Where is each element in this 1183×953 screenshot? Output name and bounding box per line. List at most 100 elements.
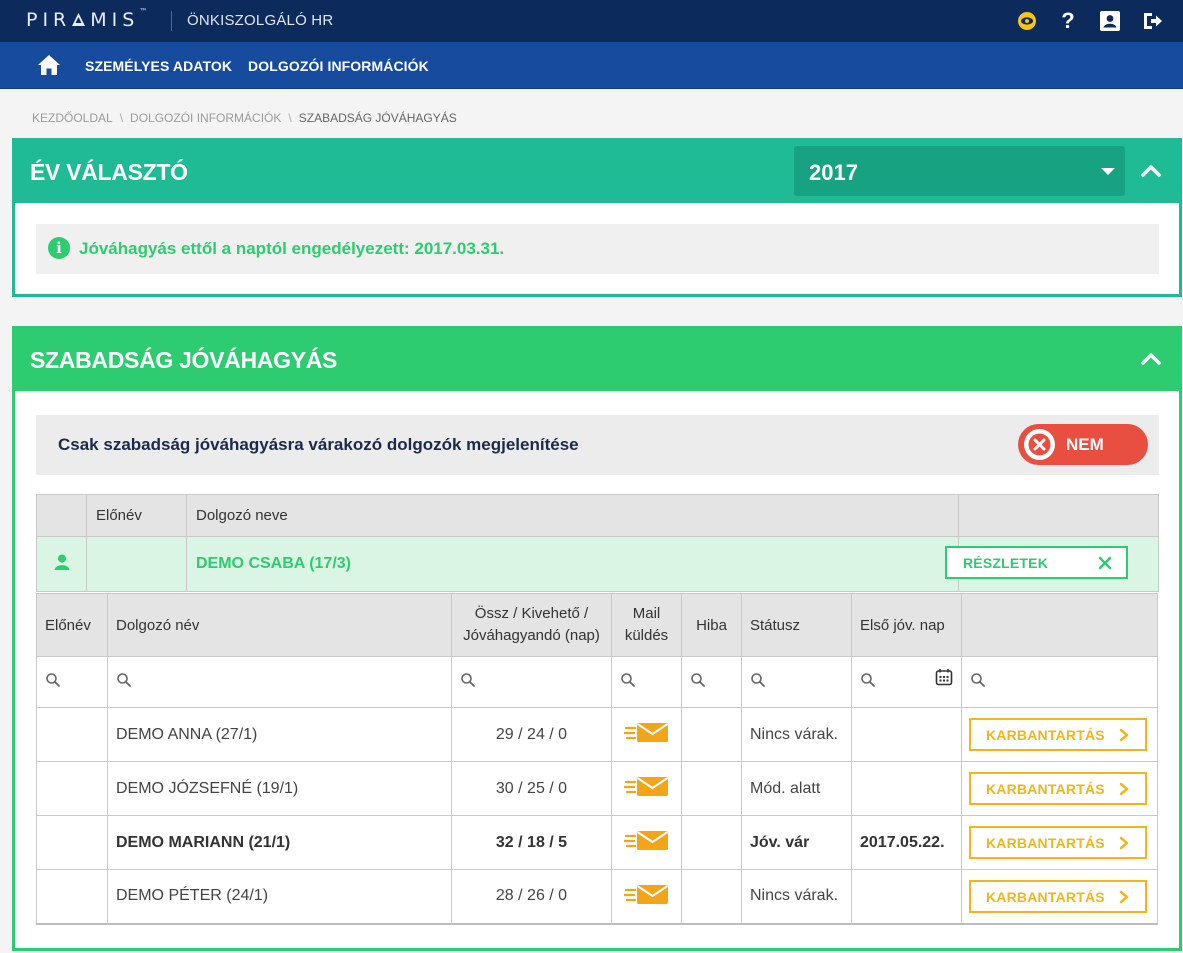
year-selector-panel: ÉV VÁLASZTÓ 2017 i Jóváhagyás ettől a na… <box>12 138 1182 297</box>
group-prefix-cell <box>86 536 187 592</box>
column-header-totals-line2: Jóváhagyandó (nap) <box>463 627 600 644</box>
table-row: DEMO PÉTER (24/1) 28 / 26 / 0 Nincs vára… <box>36 869 1158 925</box>
search-icon <box>691 672 705 687</box>
table-header-row: Előnév Dolgozó név Össz / Kivehető / Jóvá… <box>36 593 1158 657</box>
column-header-prefix: Előnév <box>36 593 108 657</box>
search-cell-first-day[interactable] <box>851 656 962 708</box>
year-dropdown[interactable]: 2017 <box>794 146 1125 196</box>
column-header-first-day: Első jóv. nap <box>851 593 962 657</box>
column-header-actions <box>958 494 1159 537</box>
status-cell: Nincs várak. <box>741 707 852 762</box>
logo-separator <box>171 11 172 31</box>
table-row: DEMO MARIANN (21/1) 32 / 18 / 5 Jóv. vár… <box>36 815 1158 870</box>
maintenance-button[interactable]: KARBANTARTÁS <box>969 772 1147 805</box>
search-cell-name[interactable] <box>107 656 452 708</box>
calendar-icon[interactable] <box>935 668 953 686</box>
status-cell: Nincs várak. <box>741 869 852 925</box>
error-cell <box>681 761 742 816</box>
info-message-text: Jóváhagyás ettől a naptól engedélyezett:… <box>79 239 505 258</box>
employee-name: DEMO JÓZSEFNÉ (19/1) <box>107 761 452 816</box>
search-cell-actions[interactable] <box>961 656 1158 708</box>
employee-name: DEMO PÉTER (24/1) <box>107 869 452 925</box>
pyramid-logo-icon <box>72 13 86 26</box>
close-icon <box>1098 556 1112 570</box>
pending-filter-toggle[interactable]: NEM <box>1018 424 1148 465</box>
chevron-right-icon <box>1119 836 1129 850</box>
help-icon[interactable]: ? <box>1055 8 1081 34</box>
mail-send-cell[interactable] <box>611 869 682 925</box>
search-cell-mail[interactable] <box>611 656 682 708</box>
error-cell <box>681 815 742 870</box>
chevron-right-icon <box>1119 728 1129 742</box>
prefix-cell <box>36 707 108 762</box>
prefix-cell <box>36 869 108 925</box>
maintenance-button-label: KARBANTARTÁS <box>986 835 1105 851</box>
nav-item-employee-info[interactable]: DOLGOZÓI INFORMÁCIÓK <box>248 58 429 74</box>
column-header-icon <box>36 494 87 537</box>
group-employee-name: DEMO CSABA (17/3) <box>186 536 959 592</box>
first-day-cell <box>851 869 962 925</box>
search-cell-status[interactable] <box>741 656 852 708</box>
maintenance-button[interactable]: KARBANTARTÁS <box>969 879 1147 913</box>
search-cell-totals[interactable] <box>451 656 612 708</box>
breadcrumb-separator: \ <box>119 111 124 125</box>
breadcrumb-item-employee-info[interactable]: DOLGOZÓI INFORMÁCIÓK <box>130 111 281 125</box>
close-circle-icon <box>1028 433 1051 456</box>
column-header-mail-line1: Mail <box>632 605 661 622</box>
nav-item-personal-data[interactable]: SZEMÉLYES ADATOK <box>85 58 232 74</box>
search-cell-error[interactable] <box>681 656 742 708</box>
breadcrumb-item-current: SZABADSÁG JÓVÁHAGYÁS <box>298 111 457 125</box>
column-header-prefix: Előnév <box>86 494 187 537</box>
first-day-cell: 2017.05.22. <box>851 815 962 870</box>
column-header-name: Dolgozó név <box>107 593 452 657</box>
table-header-row: Előnév Dolgozó neve <box>36 494 1159 537</box>
action-cell: KARBANTARTÁS <box>961 761 1158 816</box>
employee-name: DEMO MARIANN (21/1) <box>107 815 452 870</box>
search-icon <box>861 672 875 687</box>
details-button-label: RÉSZLETEK <box>963 555 1049 571</box>
chevron-up-icon[interactable] <box>1141 351 1161 365</box>
send-mail-icon <box>622 884 668 904</box>
subordinates-table: Előnév Dolgozó név Össz / Kivehető / Jóvá… <box>36 593 1158 925</box>
app-title: ÖNKISZOLGÁLÓ HR <box>187 12 334 29</box>
year-dropdown-value: 2017 <box>809 160 858 185</box>
main-nav: SZEMÉLYES ADATOK DOLGOZÓI INFORMÁCIÓK <box>0 42 1183 89</box>
home-icon[interactable] <box>37 54 61 76</box>
search-icon <box>117 672 131 687</box>
status-cell: Mód. alatt <box>741 761 852 816</box>
mail-send-cell[interactable] <box>611 815 682 870</box>
first-day-cell <box>851 761 962 816</box>
column-header-actions <box>961 593 1158 657</box>
chevron-up-icon[interactable] <box>1141 163 1161 177</box>
error-cell <box>681 707 742 762</box>
send-mail-icon <box>622 777 668 796</box>
maintenance-button[interactable]: KARBANTARTÁS <box>969 718 1147 751</box>
breadcrumb: KEZDŐOLDAL \ DOLGOZÓI INFORMÁCIÓK \ SZABADSÁ… <box>32 111 457 125</box>
send-mail-icon <box>622 723 668 742</box>
toggle-label: NEM <box>1066 435 1104 454</box>
prefix-cell <box>36 761 108 816</box>
mail-send-cell[interactable] <box>611 707 682 762</box>
column-header-status: Státusz <box>741 593 852 657</box>
maintenance-button-label: KARBANTARTÁS <box>986 781 1105 797</box>
employee-name: DEMO ANNA (27/1) <box>107 707 452 762</box>
info-message: i Jóváhagyás ettől a naptól engedélyezet… <box>36 224 1159 274</box>
leave-approval-header: SZABADSÁG JÓVÁHAGYÁS <box>15 329 1179 391</box>
column-header-totals-line1: Össz / Kivehető / <box>474 605 589 622</box>
pending-filter-bar: Csak szabadság jóváhagyásra várakozó dol… <box>36 415 1159 475</box>
maintenance-button[interactable]: KARBANTARTÁS <box>969 826 1147 859</box>
profile-icon[interactable] <box>1097 8 1123 34</box>
chevron-right-icon <box>1119 890 1129 903</box>
table-row: DEMO JÓZSEFNÉ (19/1) 30 / 25 / 0 Mód. al… <box>36 761 1158 816</box>
search-cell-prefix[interactable] <box>36 656 108 708</box>
search-icon <box>971 672 985 687</box>
mail-send-cell[interactable] <box>611 761 682 816</box>
details-button[interactable]: RÉSZLETEK <box>945 546 1128 579</box>
search-icon <box>751 672 765 687</box>
error-cell <box>681 869 742 925</box>
column-header-totals: Össz / Kivehető / Jóváhagyandó (nap) <box>451 593 612 657</box>
breadcrumb-item-home[interactable]: KEZDŐOLDAL <box>32 111 113 125</box>
eye-icon[interactable] <box>1014 8 1040 34</box>
logout-icon[interactable] <box>1139 8 1165 34</box>
piramis-logo[interactable]: PIR MIS™ <box>26 7 147 31</box>
